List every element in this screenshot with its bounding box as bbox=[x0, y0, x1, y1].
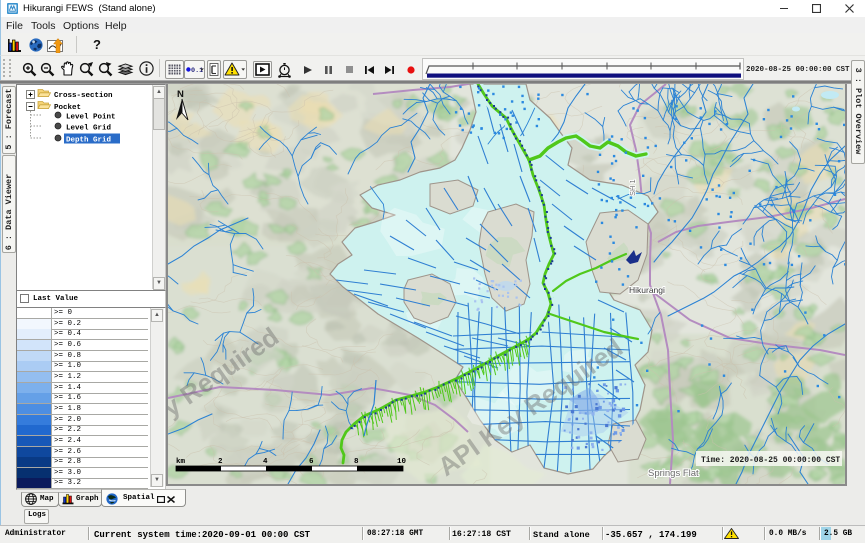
svg-text:Depth Grid: Depth Grid bbox=[66, 137, 111, 145]
svg-text:Level Point: Level Point bbox=[66, 114, 116, 122]
svg-text:Hikurangi: Hikurangi bbox=[629, 285, 665, 295]
svg-text:km: km bbox=[176, 458, 186, 466]
svg-text:Springs Flat: Springs Flat bbox=[648, 468, 699, 479]
svg-text:4: 4 bbox=[263, 458, 268, 466]
svg-text:SH 1: SH 1 bbox=[628, 179, 637, 196]
svg-text:0.1: 0.1 bbox=[191, 67, 203, 75]
svg-text:Cross-section: Cross-section bbox=[54, 92, 113, 100]
svg-text:Level Grid: Level Grid bbox=[66, 125, 111, 133]
svg-text:N: N bbox=[177, 89, 184, 100]
svg-text:Time: 2020-08-25 00:00:00 CST: Time: 2020-08-25 00:00:00 CST bbox=[701, 456, 840, 465]
svg-text:Pocket: Pocket bbox=[54, 104, 81, 112]
svg-text:2: 2 bbox=[218, 458, 223, 466]
svg-text:6: 6 bbox=[309, 458, 314, 466]
svg-text:10: 10 bbox=[397, 458, 407, 466]
svg-text:8: 8 bbox=[354, 458, 359, 466]
